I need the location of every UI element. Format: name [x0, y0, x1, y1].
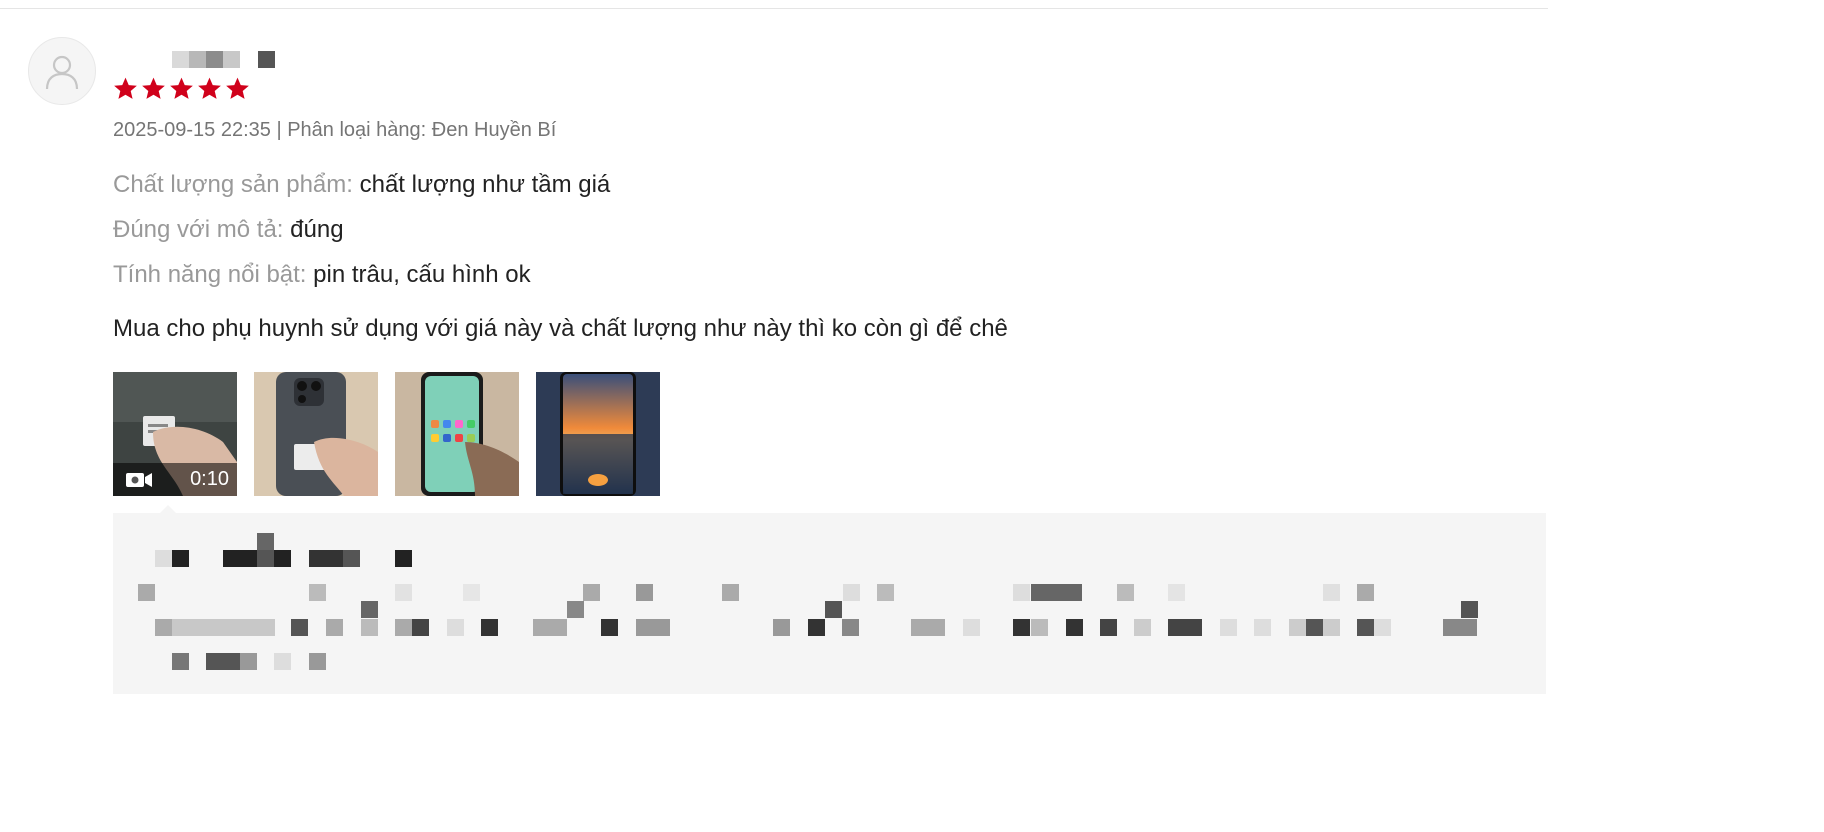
attribute-features: Tính năng nổi bật: pin trâu, cấu hình ok: [113, 261, 531, 289]
attribute-value: pin trâu, cấu hình ok: [313, 261, 531, 288]
attribute-label: Tính năng nổi bật:: [113, 261, 307, 288]
attribute-quality: Chất lượng sản phẩm: chất lượng như tầm …: [113, 171, 610, 199]
review-image-thumbnail[interactable]: [395, 372, 519, 496]
video-camera-icon: [126, 472, 152, 487]
star-icon: [141, 76, 166, 101]
attribute-label: Đúng với mô tả:: [113, 216, 284, 243]
attribute-value: chất lượng như tầm giá: [359, 171, 611, 198]
star-icon: [169, 76, 194, 101]
avatar[interactable]: [28, 37, 96, 105]
top-divider: [0, 8, 1548, 9]
star-icon: [197, 76, 222, 101]
star-icon: [225, 76, 250, 101]
phone-sunset-photo: [536, 372, 660, 496]
video-bar: 0:10: [113, 463, 237, 496]
review-image-thumbnail[interactable]: [536, 372, 660, 496]
star-icon: [113, 76, 138, 101]
review-image-thumbnail[interactable]: [254, 372, 378, 496]
phone-homescreen-photo: [395, 372, 519, 496]
attribute-value: đúng: [290, 216, 344, 243]
attribute-label: Chất lượng sản phẩm:: [113, 171, 353, 198]
username-redacted: [172, 51, 282, 69]
attribute-description-match: Đúng với mô tả: đúng: [113, 216, 344, 244]
star-rating: [113, 76, 250, 101]
user-icon: [45, 55, 79, 90]
review-video-thumbnail[interactable]: 0:10: [113, 372, 237, 496]
review-meta: 2025-09-15 22:35 | Phân loại hàng: Đen H…: [113, 119, 557, 141]
media-pointer-caret: [160, 505, 176, 513]
review-comment: Mua cho phụ huynh sử dụng với giá này và…: [113, 315, 1008, 342]
phone-camera-photo: [254, 372, 378, 496]
seller-reply-redacted: [113, 513, 1546, 694]
video-duration: 0:10: [190, 468, 229, 490]
